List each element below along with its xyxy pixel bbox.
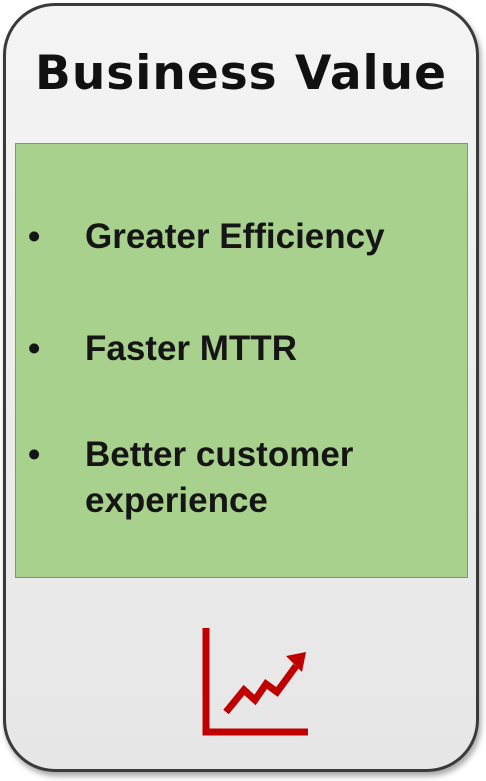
benefits-panel: • Greater Efficiency • Faster MTTR • Bet… (15, 143, 468, 578)
bullet-icon: • (28, 435, 41, 474)
list-item-text: Faster MTTR (85, 329, 297, 368)
trending-up-chart-icon (202, 628, 308, 736)
bullet-icon: • (28, 217, 41, 256)
card-title: Business Value (35, 46, 447, 101)
list-item-text: Better customer experience (85, 435, 354, 520)
business-value-card: Business Value • Greater Efficiency • Fa… (3, 3, 479, 772)
bullet-icon: • (28, 329, 41, 368)
list-item-text: Greater Efficiency (85, 217, 385, 256)
